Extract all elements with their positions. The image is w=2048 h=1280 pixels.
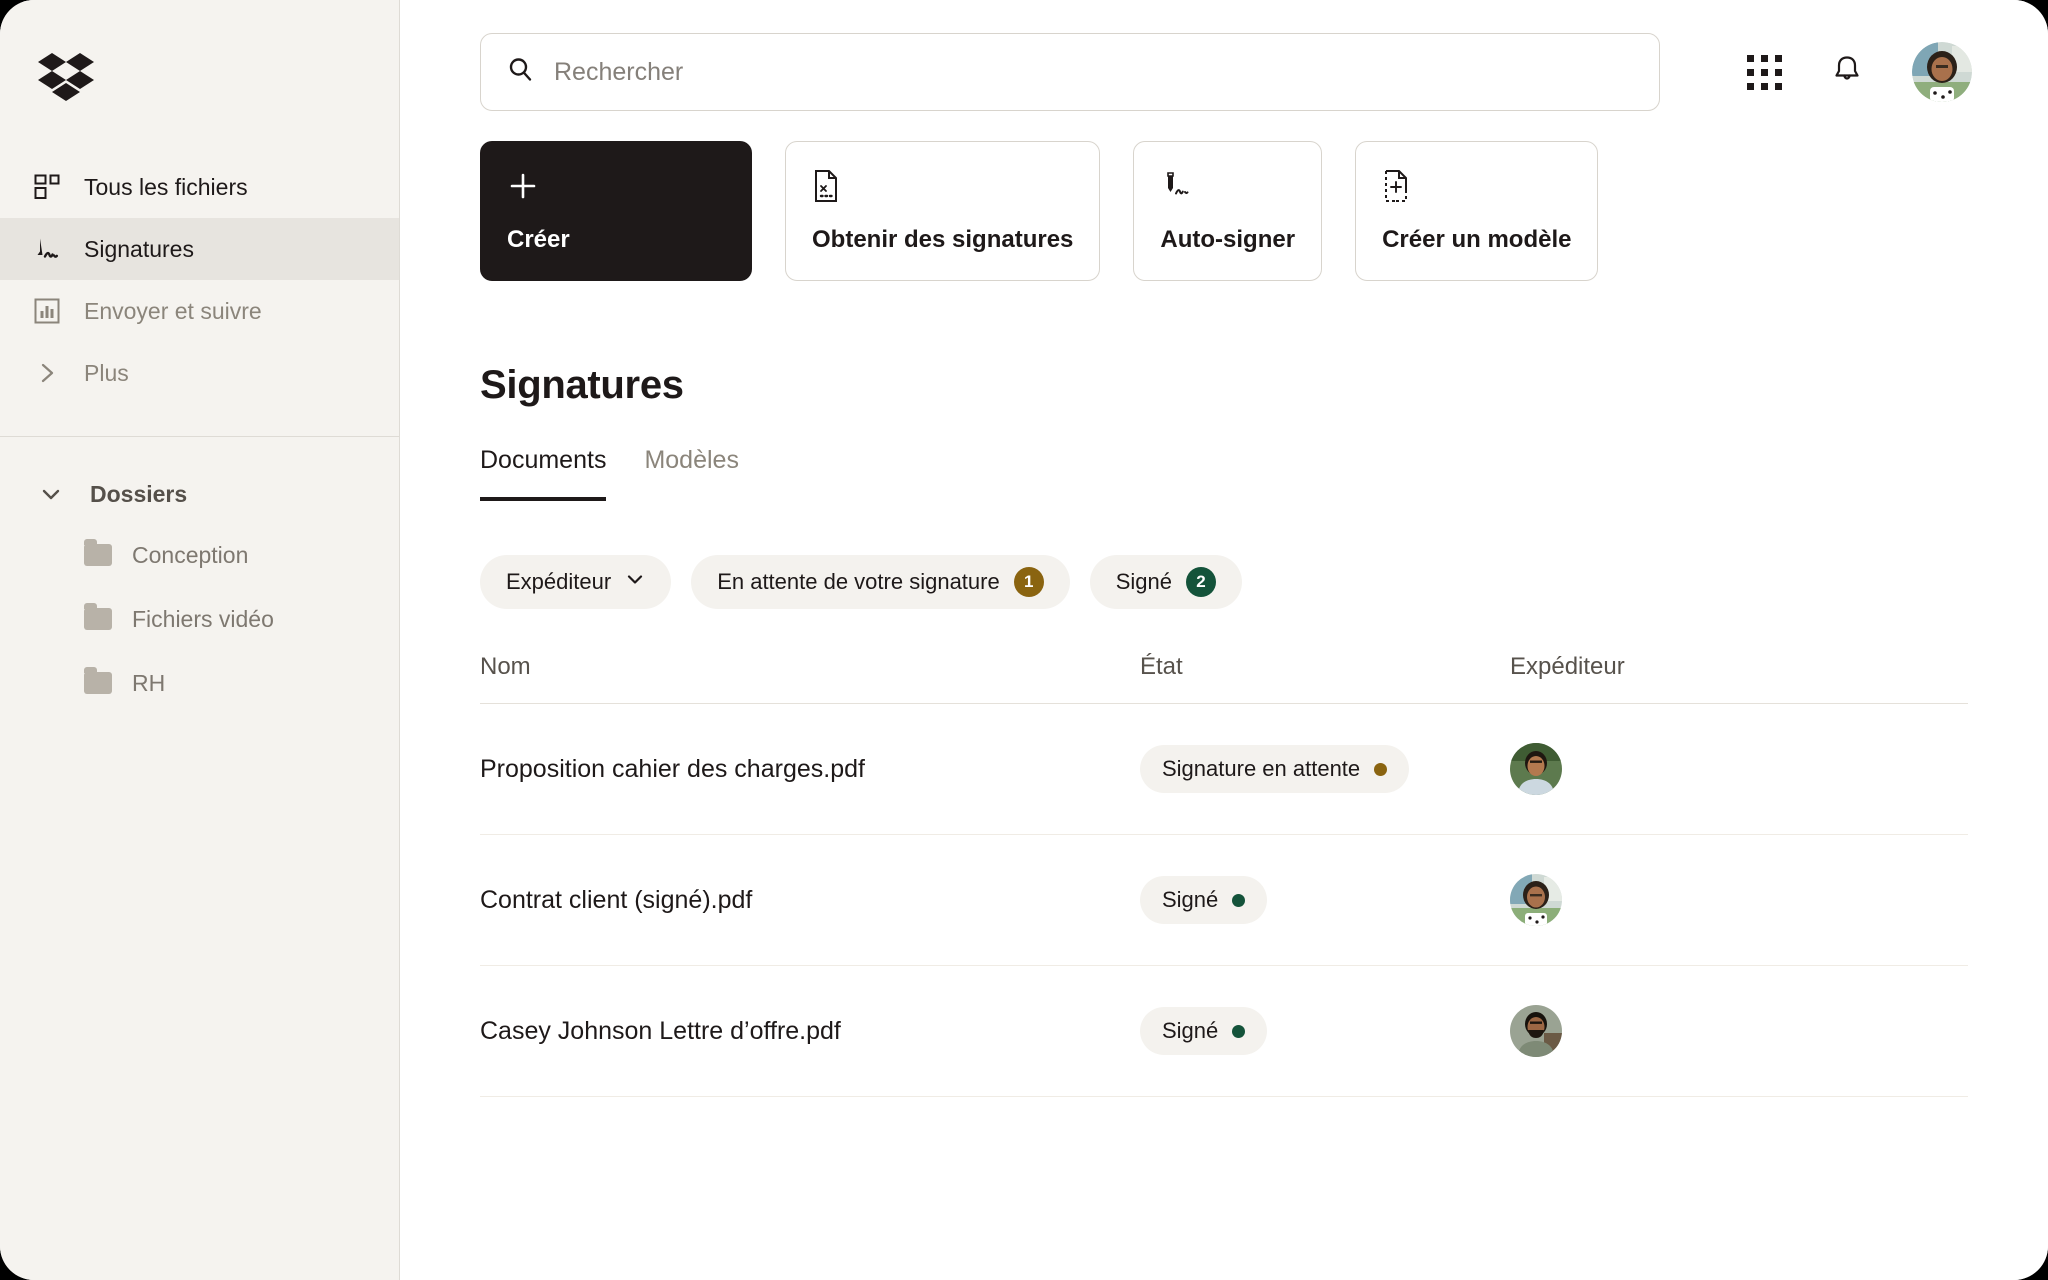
send-track-chart-icon (32, 296, 62, 326)
search-icon (507, 56, 534, 88)
sidebar-item-label: Signatures (84, 235, 194, 262)
sidebar-folder-rh[interactable]: RH (0, 651, 399, 715)
documents-table: Nom État Expéditeur Proposition cahier d… (400, 609, 2048, 1097)
table-row[interactable]: Contrat client (signé).pdf Signé (480, 835, 1968, 966)
self-sign-label: Auto-signer (1160, 226, 1296, 253)
filter-chip-sender-label: Expéditeur (506, 569, 612, 594)
quick-actions: Créer Obtenir des signatures Auto-signer… (400, 111, 2048, 281)
grid-apps-icon[interactable] (1747, 54, 1782, 90)
create-button[interactable]: Créer (480, 141, 752, 281)
sidebar-item-send-track[interactable]: Envoyer et suivre (0, 280, 399, 342)
plus-icon (507, 164, 725, 208)
get-signatures-label: Obtenir des signatures (812, 226, 1074, 253)
document-sender (1510, 874, 1968, 926)
document-sender (1510, 1005, 1968, 1057)
topbar (400, 0, 2048, 111)
sidebar: Tous les fichiers Signatures Envoyer et … (0, 0, 400, 1280)
filter-chip-awaiting-signature[interactable]: En attente de votre signature 1 (691, 555, 1070, 609)
table-header-row: Nom État Expéditeur (480, 653, 1968, 704)
folder-label: Conception (132, 541, 249, 568)
sidebar-item-label: Tous les fichiers (84, 173, 248, 200)
avatar[interactable] (1510, 1005, 1968, 1057)
search-input[interactable] (554, 57, 1633, 87)
create-template-button[interactable]: Créer un modèle (1355, 141, 1599, 281)
filter-chips: Expéditeur En attente de votre signature… (400, 501, 2048, 609)
avatar[interactable] (1510, 874, 1968, 926)
document-state: Signature en attente (1140, 745, 1510, 793)
sidebar-folder-conception[interactable]: Conception (0, 523, 399, 587)
create-template-label: Créer un modèle (1382, 226, 1572, 253)
filter-chip-sender[interactable]: Expéditeur (480, 555, 672, 609)
topbar-actions (1747, 42, 1972, 102)
tab-templates[interactable]: Modèles (644, 446, 739, 501)
sidebar-item-label: Plus (84, 359, 129, 386)
chevron-right-icon (32, 358, 62, 388)
column-header-state: État (1140, 653, 1183, 680)
create-button-label: Créer (507, 226, 570, 253)
sidebar-item-all-files[interactable]: Tous les fichiers (0, 156, 399, 218)
document-name: Casey Johnson Lettre d’offre.pdf (480, 1016, 841, 1045)
all-files-icon (32, 172, 62, 202)
pen-self-sign-icon (1160, 164, 1295, 208)
primary-nav: Tous les fichiers Signatures Envoyer et … (0, 156, 399, 404)
status-dot-icon (1232, 1024, 1246, 1038)
status-label: Signé (1162, 1018, 1219, 1043)
document-name: Contrat client (signé).pdf (480, 885, 753, 914)
column-header-name: Nom (480, 653, 531, 680)
chevron-down-icon (36, 479, 66, 509)
signature-pen-icon (32, 234, 62, 264)
status-badge: 2 (1186, 567, 1216, 597)
search-box[interactable] (480, 33, 1660, 111)
table-row[interactable]: Casey Johnson Lettre d’offre.pdf Signé (480, 966, 1968, 1097)
document-state: Signé (1140, 876, 1510, 924)
folder-icon (84, 603, 112, 630)
status-badge: Signature en attente (1140, 745, 1410, 793)
status-badge: Signé (1140, 1007, 1268, 1055)
folders-section-header[interactable]: Dossiers (0, 465, 399, 523)
tab-documents[interactable]: Documents (480, 446, 607, 501)
avatar[interactable] (1510, 743, 1968, 795)
status-dot-icon (1374, 762, 1388, 776)
filter-chip-awaiting-label: En attente de votre signature (717, 569, 1000, 594)
filter-chip-signed-label: Signé (1115, 569, 1172, 594)
dropbox-logo[interactable] (0, 46, 399, 110)
sidebar-divider (0, 436, 399, 437)
main-content: Créer Obtenir des signatures (400, 0, 2048, 1280)
document-signature-request-icon (812, 164, 1073, 208)
status-label: Signé (1162, 887, 1219, 912)
page-title: Signatures (480, 363, 684, 407)
status-label: Signature en attente (1162, 756, 1361, 781)
table-row[interactable]: Proposition cahier des charges.pdf Signa… (480, 704, 1968, 835)
sidebar-item-label: Envoyer et suivre (84, 297, 262, 324)
folder-label: Fichiers vidéo (132, 605, 274, 632)
chevron-down-icon (625, 569, 645, 595)
sidebar-item-more[interactable]: Plus (0, 342, 399, 404)
sidebar-folder-video[interactable]: Fichiers vidéo (0, 587, 399, 651)
filter-chip-signed[interactable]: Signé 2 (1089, 555, 1242, 609)
document-name: Proposition cahier des charges.pdf (480, 754, 865, 783)
document-sender (1510, 743, 1968, 795)
folder-label: RH (132, 669, 166, 696)
avatar[interactable] (1912, 42, 1972, 102)
status-badge: Signé (1140, 876, 1268, 924)
status-dot-icon (1232, 893, 1246, 907)
folders-section-label: Dossiers (90, 480, 188, 507)
document-add-template-icon (1382, 164, 1571, 208)
folder-icon (84, 539, 112, 566)
sidebar-item-signatures[interactable]: Signatures (0, 218, 399, 280)
document-state: Signé (1140, 1007, 1510, 1055)
app-window: Tous les fichiers Signatures Envoyer et … (0, 0, 2048, 1280)
bell-icon[interactable] (1830, 53, 1864, 92)
status-badge: 1 (1013, 567, 1044, 597)
column-header-sender: Expéditeur (1510, 653, 1625, 680)
get-signatures-button[interactable]: Obtenir des signatures (785, 141, 1101, 281)
tabs: Documents Modèles (400, 408, 2048, 501)
folder-icon (84, 667, 112, 694)
self-sign-button[interactable]: Auto-signer (1133, 141, 1323, 281)
